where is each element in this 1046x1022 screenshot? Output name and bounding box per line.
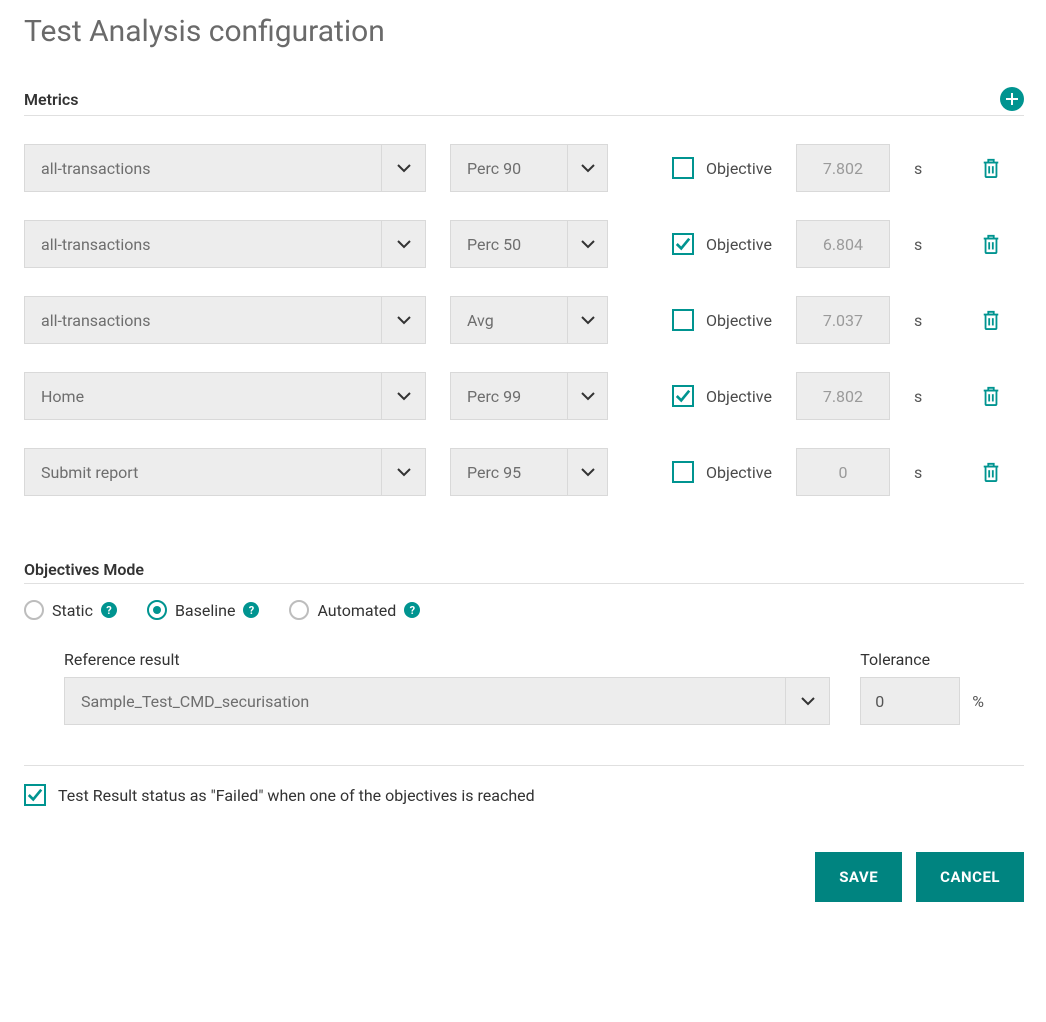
- chevron-down-icon: [381, 373, 425, 419]
- tolerance-unit: %: [972, 692, 984, 711]
- metrics-header: Metrics: [24, 87, 1024, 116]
- metric-row: Home Perc 99 Objective s: [24, 358, 1020, 434]
- stat-select[interactable]: Avg: [450, 296, 608, 344]
- help-icon[interactable]: ?: [404, 602, 420, 618]
- objective-label: Objective: [706, 235, 772, 254]
- objective-label: Objective: [706, 159, 772, 178]
- objective-checkbox[interactable]: [672, 157, 694, 179]
- unit-seconds: s: [914, 235, 928, 254]
- chevron-down-icon: [381, 145, 425, 191]
- chevron-down-icon: [567, 449, 607, 495]
- tolerance-label: Tolerance: [860, 650, 984, 669]
- unit-seconds: s: [914, 463, 928, 482]
- stat-select[interactable]: Perc 95: [450, 448, 608, 496]
- failed-status-checkbox[interactable]: [24, 784, 46, 806]
- radio-static-label: Static: [52, 601, 93, 620]
- objective-checkbox[interactable]: [672, 385, 694, 407]
- objective-label: Objective: [706, 463, 772, 482]
- failed-row: Test Result status as "Failed" when one …: [24, 766, 1024, 812]
- transaction-select[interactable]: all-transactions: [24, 220, 426, 268]
- objective-value-input[interactable]: [796, 220, 890, 268]
- objective-value-input[interactable]: [796, 448, 890, 496]
- reference-result-value: Sample_Test_CMD_securisation: [65, 678, 785, 724]
- save-button[interactable]: SAVE: [815, 852, 902, 902]
- chevron-down-icon: [785, 678, 829, 724]
- transaction-value: all-transactions: [25, 221, 381, 267]
- objective-checkbox[interactable]: [672, 461, 694, 483]
- chevron-down-icon: [567, 373, 607, 419]
- objectives-mode-header: Objectives Mode: [24, 560, 1024, 584]
- objective-label: Objective: [706, 387, 772, 406]
- failed-status-label: Test Result status as "Failed" when one …: [58, 786, 535, 805]
- reference-result-label: Reference result: [64, 650, 830, 669]
- radio-automated[interactable]: [289, 600, 309, 620]
- metric-row: all-transactions Perc 90 Objective s: [24, 130, 1020, 206]
- chevron-down-icon: [567, 297, 607, 343]
- tolerance-input[interactable]: [860, 677, 960, 725]
- radio-baseline-label: Baseline: [175, 601, 236, 620]
- reference-result-select[interactable]: Sample_Test_CMD_securisation: [64, 677, 830, 725]
- transaction-select[interactable]: Home: [24, 372, 426, 420]
- chevron-down-icon: [381, 449, 425, 495]
- objective-value-input[interactable]: [796, 296, 890, 344]
- objective-label: Objective: [706, 311, 772, 330]
- unit-seconds: s: [914, 387, 928, 406]
- radio-static[interactable]: [24, 600, 44, 620]
- chevron-down-icon: [381, 221, 425, 267]
- stat-value: Perc 90: [451, 145, 567, 191]
- stat-value: Perc 99: [451, 373, 567, 419]
- stat-value: Perc 95: [451, 449, 567, 495]
- stat-select[interactable]: Perc 50: [450, 220, 608, 268]
- transaction-value: Home: [25, 373, 381, 419]
- metric-row: all-transactions Avg Objective s: [24, 282, 1020, 358]
- cancel-button[interactable]: CANCEL: [916, 852, 1024, 902]
- objective-checkbox[interactable]: [672, 309, 694, 331]
- stat-select[interactable]: Perc 90: [450, 144, 608, 192]
- metric-row: all-transactions Perc 50 Objective s: [24, 206, 1020, 282]
- chevron-down-icon: [567, 145, 607, 191]
- trash-icon[interactable]: [980, 460, 1002, 484]
- unit-seconds: s: [914, 159, 928, 178]
- unit-seconds: s: [914, 311, 928, 330]
- transaction-select[interactable]: all-transactions: [24, 296, 426, 344]
- transaction-value: all-transactions: [25, 145, 381, 191]
- transaction-select[interactable]: Submit report: [24, 448, 426, 496]
- footer-buttons: SAVE CANCEL: [24, 852, 1024, 902]
- metrics-label: Metrics: [24, 90, 78, 109]
- objective-value-input[interactable]: [796, 144, 890, 192]
- objective-checkbox[interactable]: [672, 233, 694, 255]
- page-title: Test Analysis configuration: [24, 14, 1024, 49]
- help-icon[interactable]: ?: [101, 602, 117, 618]
- transaction-select[interactable]: all-transactions: [24, 144, 426, 192]
- trash-icon[interactable]: [980, 156, 1002, 180]
- chevron-down-icon: [567, 221, 607, 267]
- stat-select[interactable]: Perc 99: [450, 372, 608, 420]
- trash-icon[interactable]: [980, 384, 1002, 408]
- reference-block: Reference result Sample_Test_CMD_securis…: [24, 630, 1024, 735]
- radio-automated-label: Automated: [317, 601, 396, 620]
- objectives-mode-label: Objectives Mode: [24, 560, 144, 579]
- chevron-down-icon: [381, 297, 425, 343]
- help-icon[interactable]: ?: [243, 602, 259, 618]
- transaction-value: Submit report: [25, 449, 381, 495]
- stat-value: Avg: [451, 297, 567, 343]
- metric-row: Submit report Perc 95 Objective s: [24, 434, 1020, 510]
- trash-icon[interactable]: [980, 308, 1002, 332]
- objective-value-input[interactable]: [796, 372, 890, 420]
- stat-value: Perc 50: [451, 221, 567, 267]
- objectives-mode-radios: Static ? Baseline ? Automated ?: [24, 584, 1024, 630]
- add-metric-button[interactable]: [1000, 87, 1024, 111]
- metrics-scroll[interactable]: all-transactions Perc 90 Objective s: [24, 130, 1024, 520]
- trash-icon[interactable]: [980, 232, 1002, 256]
- radio-baseline[interactable]: [147, 600, 167, 620]
- transaction-value: all-transactions: [25, 297, 381, 343]
